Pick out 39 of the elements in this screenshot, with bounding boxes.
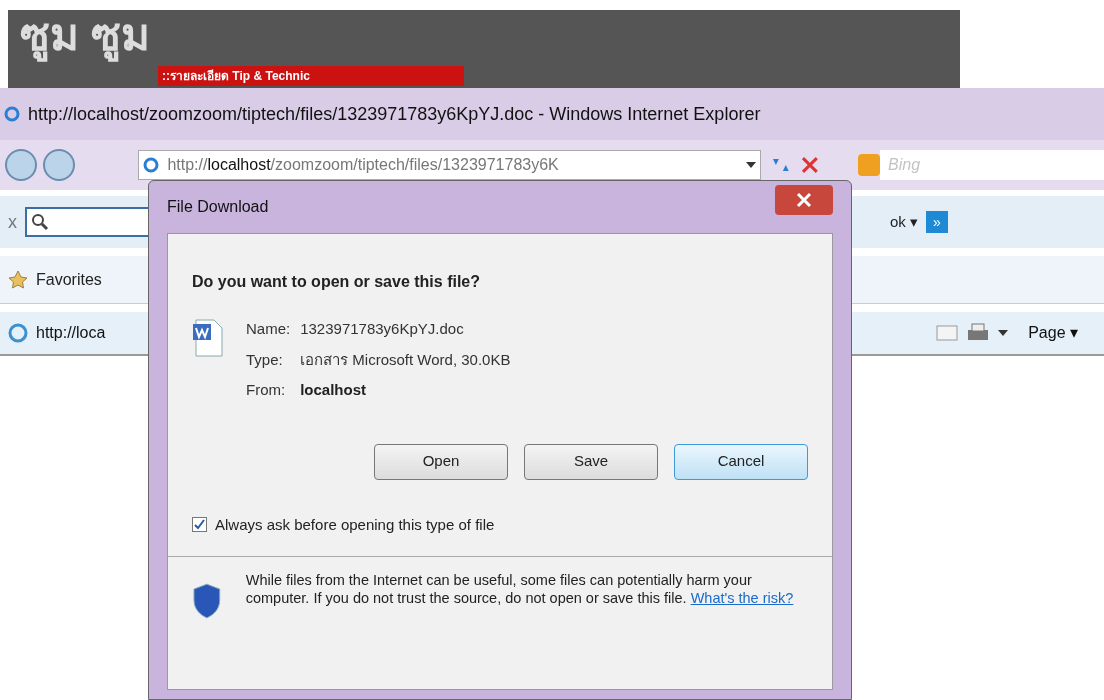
field-label: From: (246, 380, 287, 400)
address-field[interactable]: http://localhost/zoomzoom/tiptech/files/1323971783y6K (138, 150, 761, 180)
forward-button[interactable] (42, 148, 76, 182)
window-title: http://localhost/zoomzoom/tiptech/files/1323971783y6KpYJ.doc - Windows Internet Explorer (28, 102, 761, 126)
browser-tab[interactable]: http://loca (36, 321, 106, 345)
caret-icon[interactable] (745, 162, 756, 168)
field-value: localhost (300, 380, 368, 400)
search-icon (31, 213, 49, 231)
dialog-heading: Do you want to open or save this file? (192, 272, 482, 292)
dialog-title: File Download (167, 197, 269, 217)
warning-text: While files from the Internet can be useful, some files can potentially harm your computer. If you do not trust the source, do not open or save this file. What's the risk? (245, 571, 795, 608)
close-search-button[interactable]: x (8, 208, 17, 236)
stop-icon[interactable] (800, 155, 820, 175)
field-label: Type: (246, 349, 284, 370)
caret-icon[interactable] (998, 330, 1009, 336)
toolbar-menu[interactable]: ok ▾ (890, 210, 918, 234)
word-document-icon (192, 318, 226, 358)
search-field[interactable]: Bing (880, 150, 1104, 180)
field-value: 1323971783y6KpYJ.doc (300, 319, 465, 339)
back-button[interactable] (4, 148, 38, 182)
dialog-button[interactable]: Cancel (674, 443, 808, 480)
favorites-button[interactable]: Favorites (36, 267, 102, 292)
search-engine-icon (858, 154, 880, 176)
banner-caption: ::รายละเอียด Tip & Technic (158, 66, 464, 86)
page-icon (143, 157, 160, 173)
risk-link[interactable]: What's the risk? (690, 590, 794, 606)
site-logo: ซูม ซูม (20, 6, 151, 64)
loading-icon (8, 323, 28, 343)
field-value: เอกสาร Microsoft Word, 30.0KB (300, 349, 511, 370)
dialog-button[interactable]: Save (524, 443, 658, 480)
browser-icon (4, 106, 20, 122)
dialog-button[interactable]: Open (374, 443, 508, 480)
checkbox-label[interactable]: Always ask before opening this type of file (215, 513, 495, 536)
checkbox[interactable] (192, 517, 207, 533)
page-menu[interactable]: Page ▾ (1028, 321, 1078, 345)
field-label: Name: (246, 319, 291, 339)
close-icon[interactable] (775, 185, 833, 215)
star-icon (8, 269, 28, 290)
more-button[interactable]: » (926, 211, 948, 233)
